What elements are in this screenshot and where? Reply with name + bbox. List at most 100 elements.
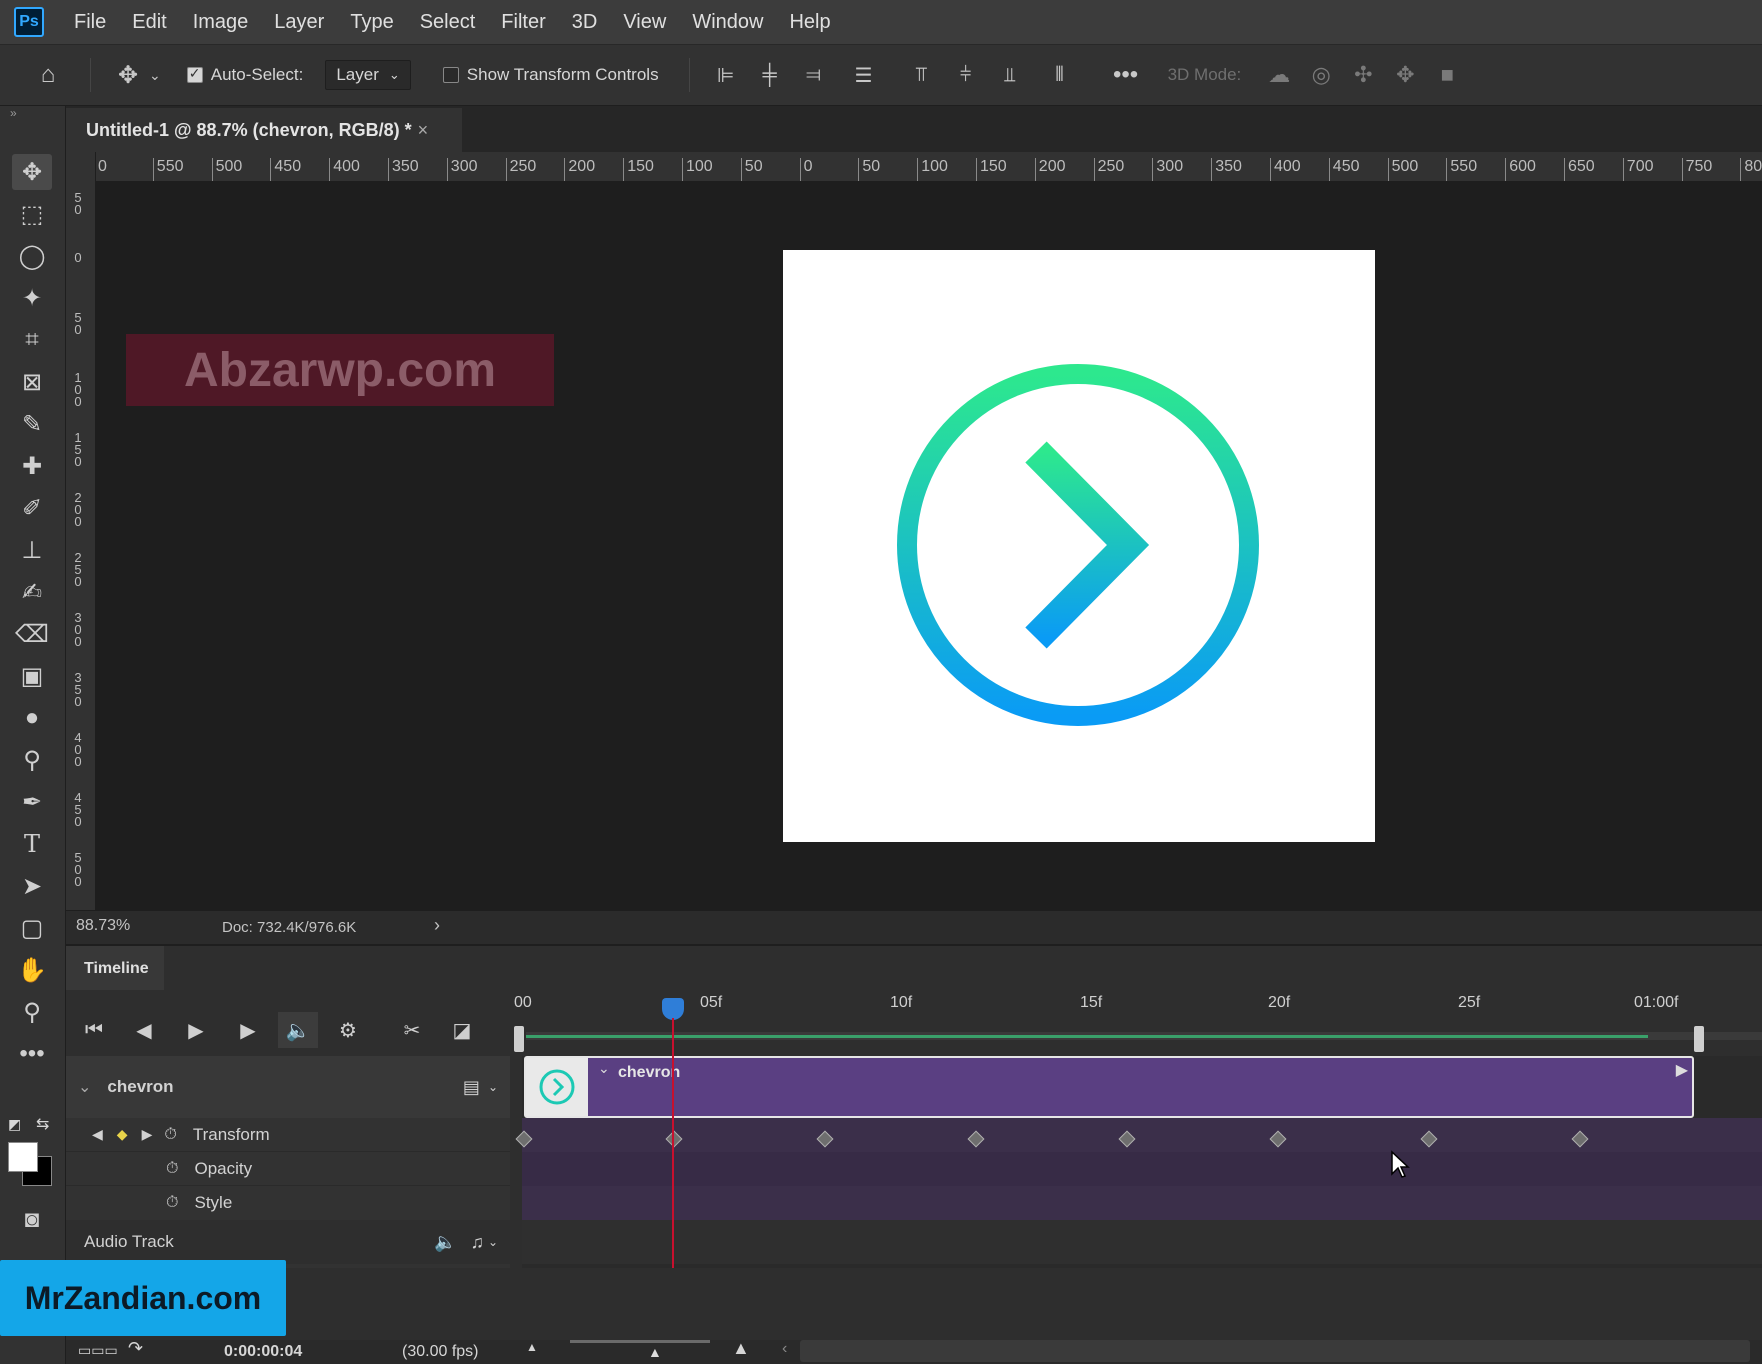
- timeline-zoom-slider[interactable]: [570, 1340, 710, 1343]
- stopwatch-icon[interactable]: ⏱: [166, 1194, 178, 1212]
- menu-type[interactable]: Type: [350, 11, 393, 34]
- timeline-zoom-handle[interactable]: ▲: [648, 1344, 662, 1360]
- audio-icon[interactable]: 🔈: [278, 1012, 318, 1048]
- gradient-tool-icon[interactable]: ▣: [12, 658, 52, 694]
- first-frame-icon[interactable]: ⏮: [74, 1012, 114, 1048]
- distribute-icon[interactable]: ☰: [848, 63, 880, 88]
- show-transform-checkbox[interactable]: [442, 67, 459, 83]
- zoom-in-mountain-icon[interactable]: ▲: [732, 1338, 750, 1359]
- zoom-tool-icon[interactable]: ⚲: [12, 994, 52, 1030]
- lasso-tool-icon[interactable]: ◯: [12, 238, 52, 274]
- align-middle-icon[interactable]: ⫩: [950, 64, 982, 87]
- next-frame-icon[interactable]: ▶: [228, 1012, 268, 1048]
- menu-filter[interactable]: Filter: [501, 11, 545, 34]
- render-video-icon[interactable]: ↷: [128, 1338, 143, 1359]
- next-keyframe-icon[interactable]: ▶: [142, 1126, 153, 1143]
- split-scissors-icon[interactable]: ✂: [392, 1012, 432, 1048]
- chevron-down-icon[interactable]: ⌄: [598, 1060, 610, 1077]
- type-tool-icon[interactable]: T: [12, 826, 52, 862]
- frame-tool-icon[interactable]: ⊠: [12, 364, 52, 400]
- 3d-roll-icon[interactable]: ◎: [1305, 62, 1337, 88]
- playhead-handle[interactable]: [662, 998, 684, 1020]
- mute-audio-icon[interactable]: 🔈: [434, 1232, 456, 1253]
- history-brush-tool-icon[interactable]: ✍: [12, 574, 52, 610]
- foreground-color-swatch[interactable]: [8, 1142, 38, 1172]
- menu-help[interactable]: Help: [789, 11, 830, 34]
- menu-image[interactable]: Image: [193, 11, 249, 34]
- document-tab[interactable]: Untitled-1 @ 88.7% (chevron, RGB/8) * ×: [66, 108, 462, 152]
- zoom-level[interactable]: 88.73%: [76, 917, 130, 935]
- settings-gear-icon[interactable]: ⚙: [328, 1012, 368, 1048]
- work-area-end-handle[interactable]: [1694, 1026, 1704, 1052]
- video-clip-chevron[interactable]: ⌄ chevron ▶: [524, 1056, 1694, 1118]
- music-note-icon[interactable]: ♫: [470, 1232, 484, 1253]
- more-tools-icon[interactable]: •••: [12, 1036, 52, 1072]
- align-top-icon[interactable]: ⫪: [906, 64, 938, 87]
- menu-layer[interactable]: Layer: [274, 11, 324, 34]
- align-right-icon[interactable]: ⫤: [798, 64, 830, 87]
- home-icon[interactable]: ⌂: [30, 61, 66, 89]
- align-center-icon[interactable]: ╪: [754, 64, 786, 87]
- hand-tool-icon[interactable]: ✋: [12, 952, 52, 988]
- menu-view[interactable]: View: [623, 11, 666, 34]
- play-icon[interactable]: ▶: [176, 1012, 216, 1048]
- work-area-start-handle[interactable]: [514, 1026, 524, 1052]
- film-icon[interactable]: ▤: [463, 1077, 480, 1098]
- zoom-out-mountain-icon[interactable]: ▲: [526, 1340, 538, 1354]
- distribute-vertical-icon[interactable]: ⦀: [1044, 64, 1076, 87]
- healing-brush-tool-icon[interactable]: ✚: [12, 448, 52, 484]
- 3d-camera-icon[interactable]: ■: [1431, 62, 1463, 88]
- align-left-icon[interactable]: ⊫: [710, 63, 742, 88]
- show-transform-toggle[interactable]: Show Transform Controls: [442, 65, 659, 85]
- pen-tool-icon[interactable]: ✒: [12, 784, 52, 820]
- chevron-right-icon[interactable]: ›: [434, 915, 440, 936]
- 3d-pan-icon[interactable]: ✣: [1347, 62, 1379, 88]
- close-icon[interactable]: ×: [418, 120, 429, 141]
- photoshop-logo[interactable]: Ps: [14, 7, 44, 37]
- crop-tool-icon[interactable]: ⌗: [12, 322, 52, 358]
- collapse-panel-icon[interactable]: »: [10, 106, 17, 120]
- blur-tool-icon[interactable]: ●: [12, 700, 52, 736]
- chevron-down-icon[interactable]: ⌄: [488, 1235, 498, 1249]
- auto-select-toggle[interactable]: Auto-Select:: [186, 65, 303, 85]
- canvas-area[interactable]: [96, 182, 1762, 910]
- menu-file[interactable]: File: [74, 11, 106, 34]
- chevron-left-icon[interactable]: ‹: [782, 1340, 787, 1358]
- stopwatch-icon[interactable]: ⏱: [166, 1160, 178, 1178]
- align-bottom-icon[interactable]: ⫫: [994, 64, 1026, 87]
- menu-window[interactable]: Window: [692, 11, 763, 34]
- auto-select-dropdown[interactable]: Layer ⌄: [325, 60, 411, 90]
- swap-colors-icon[interactable]: ⇆: [36, 1114, 49, 1134]
- layer-row-chevron[interactable]: ⌄ chevron ▤ ⌄: [66, 1056, 510, 1118]
- move-tool-icon[interactable]: ✥: [12, 154, 52, 190]
- stamp-tool-icon[interactable]: ⊥: [12, 532, 52, 568]
- chevron-down-icon[interactable]: ⌄: [78, 1077, 91, 1097]
- eraser-tool-icon[interactable]: ⌫: [12, 616, 52, 652]
- path-selection-tool-icon[interactable]: ➤: [12, 868, 52, 904]
- shape-tool-icon[interactable]: ▢: [12, 910, 52, 946]
- eyedropper-tool-icon[interactable]: ✎: [12, 406, 52, 442]
- add-keyframe-icon[interactable]: ◆: [117, 1126, 128, 1143]
- 3d-slide-icon[interactable]: ✥: [1389, 62, 1421, 88]
- chevron-down-icon[interactable]: ⌄: [488, 1080, 498, 1094]
- menu-select[interactable]: Select: [420, 11, 476, 34]
- document-canvas[interactable]: [783, 250, 1375, 842]
- default-colors-icon[interactable]: ◩: [8, 1116, 21, 1133]
- magic-wand-tool-icon[interactable]: ✦: [12, 280, 52, 316]
- quick-mask-icon[interactable]: ◙: [12, 1202, 52, 1238]
- current-time[interactable]: 0:00:00:04: [224, 1343, 302, 1361]
- chevron-down-icon[interactable]: ⌄: [149, 67, 161, 84]
- stopwatch-icon[interactable]: ⏱: [164, 1126, 176, 1144]
- playhead[interactable]: [662, 998, 684, 1268]
- previous-frame-icon[interactable]: ◀: [124, 1012, 164, 1048]
- previous-keyframe-icon[interactable]: ◀: [92, 1126, 103, 1143]
- menu-edit[interactable]: Edit: [132, 11, 166, 34]
- dodge-tool-icon[interactable]: ⚲: [12, 742, 52, 778]
- 3d-orbit-icon[interactable]: ☁: [1263, 62, 1295, 88]
- menu-3d[interactable]: 3D: [572, 11, 598, 34]
- auto-select-checkbox[interactable]: [186, 65, 203, 83]
- more-options-icon[interactable]: •••: [1108, 61, 1144, 89]
- transition-icon[interactable]: ◪: [442, 1012, 482, 1048]
- clip-end-icon[interactable]: ▶: [1676, 1060, 1688, 1080]
- marquee-tool-icon[interactable]: ⬚: [12, 196, 52, 232]
